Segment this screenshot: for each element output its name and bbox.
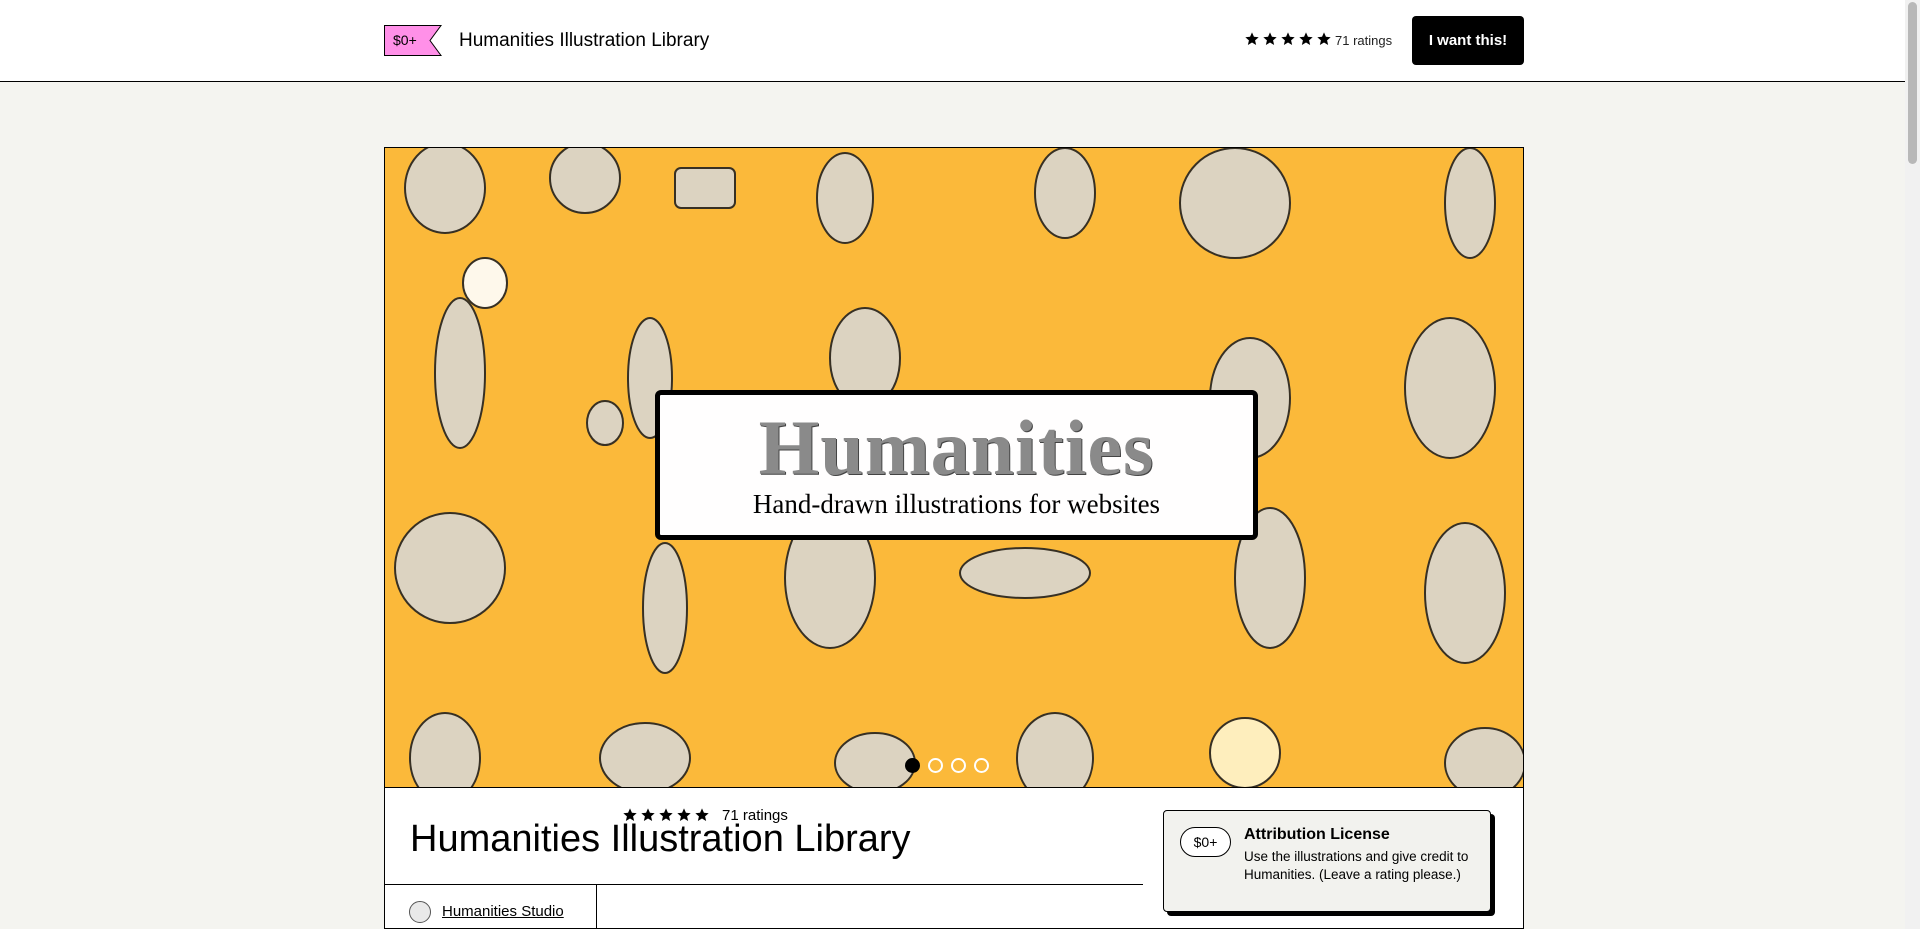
star-icon [1245, 32, 1259, 45]
star-icon [623, 808, 637, 821]
cover-title-card: Humanities Hand-drawn illustrations for … [655, 390, 1258, 540]
product-title: Humanities Illustration Library [410, 818, 911, 860]
star-icon [677, 808, 691, 821]
i-want-this-button[interactable]: I want this! [1412, 16, 1524, 65]
product-rating-stars [622, 807, 710, 823]
header-product-title: Humanities Illustration Library [459, 30, 710, 51]
product-ratings-count[interactable]: 71 ratings [722, 807, 788, 824]
header-ratings-count[interactable]: 71 ratings [1335, 33, 1392, 48]
carousel-dots [905, 758, 989, 773]
star-icon [695, 808, 709, 821]
license-name: Attribution License [1244, 826, 1390, 843]
header-rating-stars [1244, 31, 1332, 47]
star-icon [659, 808, 673, 821]
product-info: Humanities Illustration Library Humaniti… [384, 788, 1144, 929]
star-icon [1263, 32, 1277, 45]
creator-cell: Humanities Studio [385, 885, 597, 929]
license-option[interactable]: $0+ Attribution License Use the illustra… [1163, 810, 1491, 912]
page-scrollbar[interactable] [1905, 0, 1920, 929]
product-cover-carousel[interactable]: Humanities Hand-drawn illustrations for … [384, 147, 1524, 788]
star-icon [641, 808, 655, 821]
top-bar: $0+ Humanities Illustration Library 71 r… [0, 0, 1905, 82]
price-tag-label: $0+ [393, 32, 417, 48]
star-icon [1317, 32, 1331, 45]
creator-link[interactable]: Humanities Studio [442, 903, 564, 920]
carousel-dot-2[interactable] [928, 758, 943, 773]
license-price-badge: $0+ [1180, 827, 1231, 857]
scrollbar-thumb[interactable] [1908, 2, 1917, 164]
license-description: Use the illustrations and give credit to… [1244, 849, 1469, 882]
price-tag: $0+ [384, 25, 442, 56]
carousel-dot-1[interactable] [905, 758, 920, 773]
avatar[interactable] [409, 901, 431, 923]
carousel-dot-4[interactable] [974, 758, 989, 773]
carousel-dot-3[interactable] [951, 758, 966, 773]
cover-subtitle: Hand-drawn illustrations for websites [752, 489, 1161, 519]
star-icon [1299, 32, 1313, 45]
cover-title: Humanities [758, 404, 1155, 491]
purchase-panel: $0+ Attribution License Use the illustra… [1143, 788, 1524, 929]
star-icon [1281, 32, 1295, 45]
